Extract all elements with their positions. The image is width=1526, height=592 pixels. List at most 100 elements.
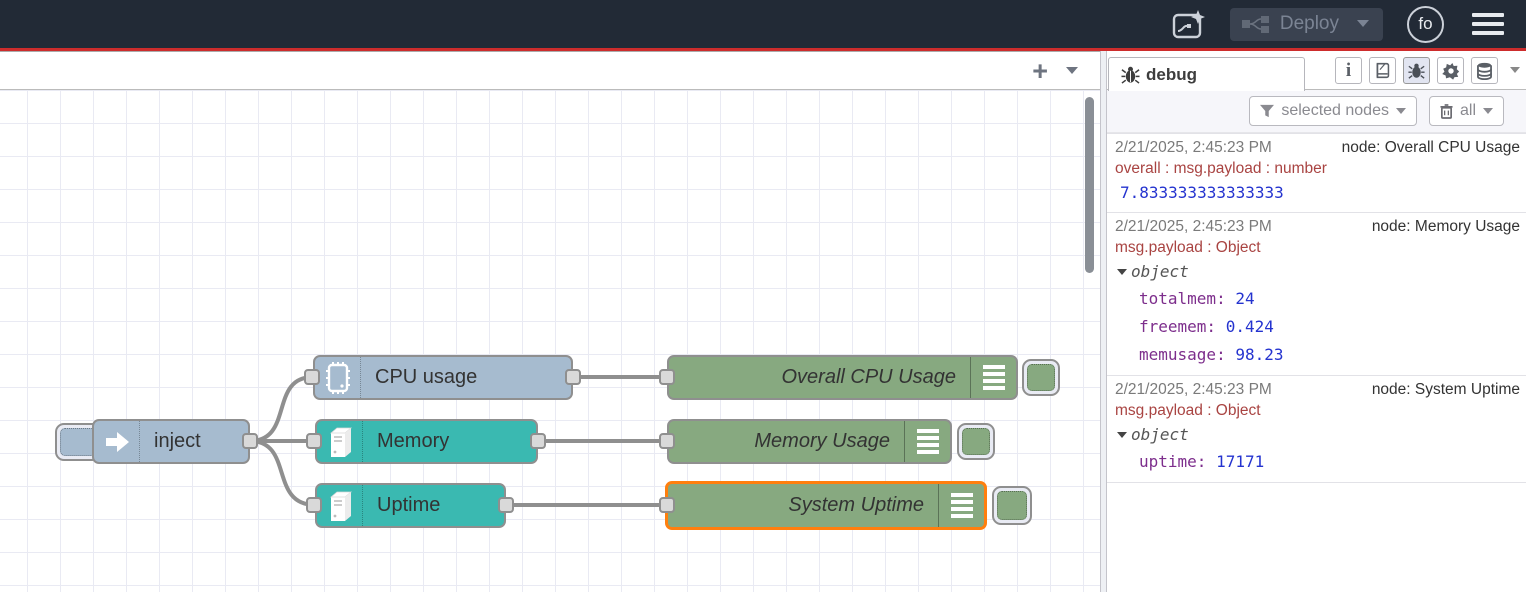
uptime-input-port[interactable] (306, 497, 322, 513)
flow-list-caret[interactable] (1066, 67, 1078, 74)
message-property: overall : msg.payload : number (1115, 158, 1520, 179)
collapse-caret-icon (1117, 269, 1127, 275)
object-field: freemem: 0.424 (1115, 313, 1520, 341)
deploy-icon (1242, 15, 1270, 33)
user-avatar[interactable]: fo (1407, 6, 1444, 43)
deploy-options-caret[interactable] (1357, 20, 1369, 27)
server-tower-icon (317, 421, 363, 462)
node-label: System Uptime (668, 484, 938, 527)
avatar-initials: fo (1418, 14, 1432, 34)
main-menu-button[interactable] (1468, 9, 1508, 39)
debug-sidebar-icon (970, 357, 1016, 398)
node-red-editor: Deploy fo + (0, 0, 1526, 592)
object-field: totalmem: 24 (1115, 285, 1520, 313)
tab-info-button[interactable]: i (1335, 57, 1362, 84)
book-icon (1374, 62, 1391, 79)
object-expander[interactable]: object (1115, 421, 1520, 448)
node-uptime[interactable]: Uptime (315, 483, 506, 528)
node-label: CPU usage (361, 357, 491, 398)
clear-caret (1483, 108, 1493, 114)
node-label: Overall CPU Usage (669, 357, 970, 398)
message-property: msg.payload : Object (1115, 237, 1520, 258)
debug-toggle-system-uptime[interactable] (992, 486, 1032, 525)
message-node-name: node: System Uptime (1372, 379, 1520, 400)
debug-message: 2/21/2025, 2:45:23 PM node: System Uptim… (1107, 376, 1526, 483)
flow-tab-bar: + (0, 52, 1100, 90)
memory-input-port[interactable] (306, 433, 322, 449)
debug-message: 2/21/2025, 2:45:23 PM node: Memory Usage… (1107, 213, 1526, 376)
database-icon (1476, 62, 1493, 80)
debug-clear-button[interactable]: all (1429, 96, 1504, 126)
message-timestamp: 2/21/2025, 2:45:23 PM (1115, 137, 1272, 158)
tab-debug-label: debug (1146, 65, 1197, 85)
message-value: 7.833333333333333 (1115, 179, 1520, 206)
sidebar-resize-handle[interactable] (1100, 51, 1107, 592)
trash-icon (1440, 104, 1453, 119)
object-label: object (1131, 421, 1189, 448)
message-timestamp: 2/21/2025, 2:45:23 PM (1115, 379, 1272, 400)
message-node-name: node: Overall CPU Usage (1342, 137, 1520, 158)
deploy-label: Deploy (1280, 13, 1339, 35)
flow-canvas-column: + (0, 51, 1100, 592)
bug-icon (1121, 65, 1140, 84)
sidebar-tab-bar: debug i (1107, 51, 1526, 90)
debug-message-list: 2/21/2025, 2:45:23 PM node: Overall CPU … (1107, 133, 1526, 592)
inject-arrow-icon (94, 421, 140, 462)
funnel-icon (1260, 104, 1274, 118)
tab-debug[interactable]: debug (1108, 57, 1305, 91)
node-label: Memory Usage (669, 421, 904, 462)
debug-filter-row: selected nodes all (1107, 90, 1526, 133)
tab-config-button[interactable] (1437, 57, 1464, 84)
debug-clear-label: all (1460, 102, 1476, 120)
node-debug-overall-cpu[interactable]: Overall CPU Usage (667, 355, 1018, 400)
filter-caret (1396, 108, 1406, 114)
debug-overall-input-port[interactable] (659, 369, 675, 385)
debug-sidebar-icon (904, 421, 950, 462)
node-memory[interactable]: Memory (315, 419, 538, 464)
cpu-chip-icon (315, 357, 361, 398)
debug-sidebar: debug i (1107, 51, 1526, 592)
message-timestamp: 2/21/2025, 2:45:23 PM (1115, 216, 1272, 237)
gear-icon (1442, 62, 1460, 80)
debug-message: 2/21/2025, 2:45:23 PM node: Overall CPU … (1107, 133, 1526, 213)
debug-toggle-overall-cpu[interactable] (1022, 359, 1060, 396)
bug-icon (1408, 62, 1425, 79)
debug-memory-input-port[interactable] (659, 433, 675, 449)
collapse-caret-icon (1117, 432, 1127, 438)
inject-output-port[interactable] (242, 433, 258, 449)
cpu-output-port[interactable] (565, 369, 581, 385)
node-label: Memory (363, 421, 463, 462)
object-expander[interactable]: object (1115, 258, 1520, 285)
debug-filter-label: selected nodes (1281, 102, 1389, 120)
node-debug-system-uptime[interactable]: System Uptime (665, 481, 987, 530)
deploy-button[interactable]: Deploy (1230, 8, 1383, 41)
add-flow-button[interactable]: + (1032, 58, 1048, 84)
debug-uptime-input-port[interactable] (659, 497, 675, 513)
flow-canvas[interactable]: inject (0, 90, 1100, 592)
tab-context-button[interactable] (1471, 57, 1498, 84)
header-bar: Deploy fo (0, 0, 1526, 48)
object-field: uptime: 17171 (1115, 448, 1520, 476)
server-tower-icon (317, 485, 363, 526)
node-debug-memory-usage[interactable]: Memory Usage (667, 419, 952, 464)
object-label: object (1131, 258, 1189, 285)
message-property: msg.payload : Object (1115, 400, 1520, 421)
info-icon: i (1346, 60, 1351, 82)
sidebar-menu-caret[interactable] (1510, 67, 1520, 73)
object-field: memusage: 98.23 (1115, 341, 1520, 369)
node-label: inject (140, 421, 215, 462)
node-cpu-usage[interactable]: CPU usage (313, 355, 573, 400)
debug-filter-button[interactable]: selected nodes (1249, 96, 1417, 126)
uptime-output-port[interactable] (498, 497, 514, 513)
debug-toggle-fill (997, 491, 1027, 520)
inject-trigger-fill (60, 428, 96, 456)
debug-toggle-fill (962, 428, 990, 455)
cpu-input-port[interactable] (304, 369, 320, 385)
memory-output-port[interactable] (530, 433, 546, 449)
node-inject[interactable]: inject (92, 419, 250, 464)
tab-debug-button[interactable] (1403, 57, 1430, 84)
canvas-vertical-scrollbar[interactable] (1085, 97, 1094, 273)
debug-toggle-memory-usage[interactable] (957, 423, 995, 460)
tab-help-button[interactable] (1369, 57, 1396, 84)
workspace-sparkle-icon[interactable] (1172, 9, 1206, 39)
